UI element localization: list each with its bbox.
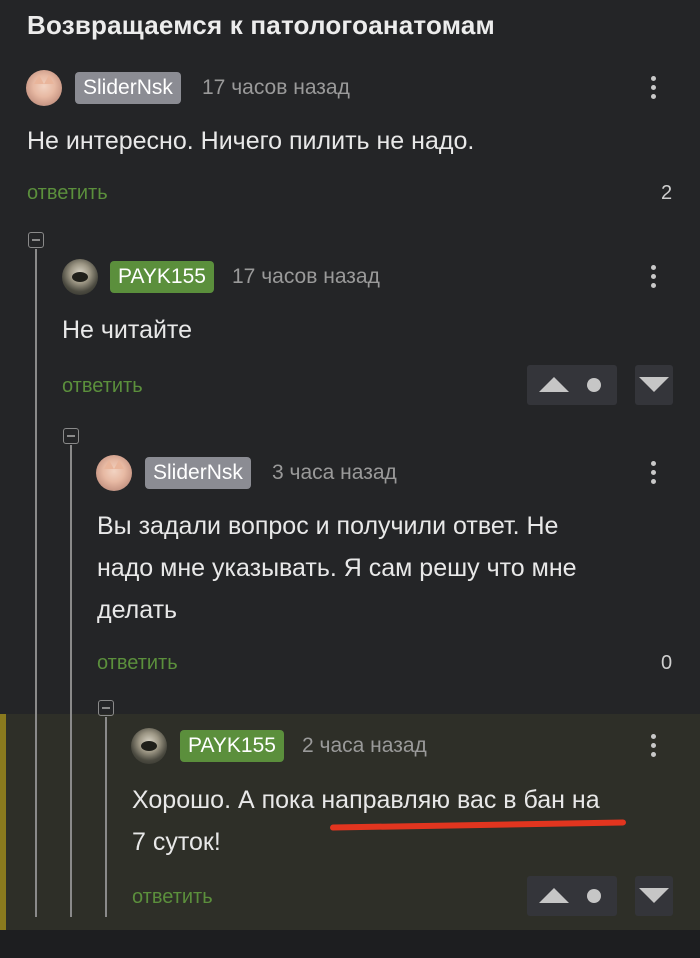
avatar[interactable]: [26, 70, 62, 106]
comment-text-line: надо мне указывать. Я сам решу что мне: [97, 554, 577, 582]
page-title: Возвращаемся к патологоанатомам: [27, 10, 495, 40]
collapse-thread-2-icon[interactable]: [63, 428, 79, 444]
thread-line-3: [105, 717, 107, 917]
arrow-up-icon: [539, 888, 569, 903]
comment-text: Не читайте: [62, 316, 193, 344]
rating-dot-icon: [587, 378, 601, 392]
comment-text-line: Хорошо. А пока направляю вас в бан на: [132, 786, 600, 814]
thread-line-2: [70, 445, 72, 917]
kebab-icon[interactable]: [641, 458, 665, 490]
comment-text: Вы задали вопрос и получили ответ. Не на…: [97, 505, 577, 631]
comment-text-line: Вы задали вопрос и получили ответ. Не: [97, 512, 559, 540]
comment-rating: 2: [661, 182, 673, 204]
upvote-button[interactable]: [527, 876, 617, 916]
reply-link[interactable]: ответить: [132, 886, 213, 909]
thread-line-1: [35, 249, 37, 917]
username-badge[interactable]: PAYK155: [180, 730, 284, 762]
upvote-button[interactable]: [527, 365, 617, 405]
downvote-button[interactable]: [635, 876, 673, 916]
arrow-down-icon: [639, 377, 669, 392]
arrow-up-icon: [539, 377, 569, 392]
downvote-button[interactable]: [635, 365, 673, 405]
reply-link[interactable]: ответить: [27, 182, 108, 205]
rating-dot-icon: [587, 889, 601, 903]
collapse-thread-1-icon[interactable]: [28, 232, 44, 248]
kebab-icon[interactable]: [641, 262, 665, 294]
username-badge[interactable]: SliderNsk: [145, 457, 251, 489]
comment-time: 17 часов назад: [202, 76, 350, 99]
avatar[interactable]: [131, 728, 167, 764]
bottom-separator: [0, 930, 700, 958]
arrow-down-icon: [639, 888, 669, 903]
avatar[interactable]: [62, 259, 98, 295]
comment-time: 17 часов назад: [232, 265, 380, 288]
highlight-marker: [0, 714, 6, 930]
username-badge[interactable]: SliderNsk: [75, 72, 181, 104]
reply-link[interactable]: ответить: [62, 375, 143, 398]
comment-time: 2 часа назад: [302, 734, 427, 757]
username-badge[interactable]: PAYK155: [110, 261, 214, 293]
reply-link[interactable]: ответить: [97, 652, 178, 675]
comment-text: Не интересно. Ничего пилить не надо.: [27, 127, 475, 155]
avatar[interactable]: [96, 455, 132, 491]
comment-time: 3 часа назад: [272, 461, 397, 484]
comment-text-line: делать: [97, 596, 178, 624]
kebab-icon[interactable]: [641, 73, 665, 105]
kebab-icon[interactable]: [641, 731, 665, 763]
comment-rating: 0: [661, 652, 673, 674]
collapse-thread-3-icon[interactable]: [98, 700, 114, 716]
